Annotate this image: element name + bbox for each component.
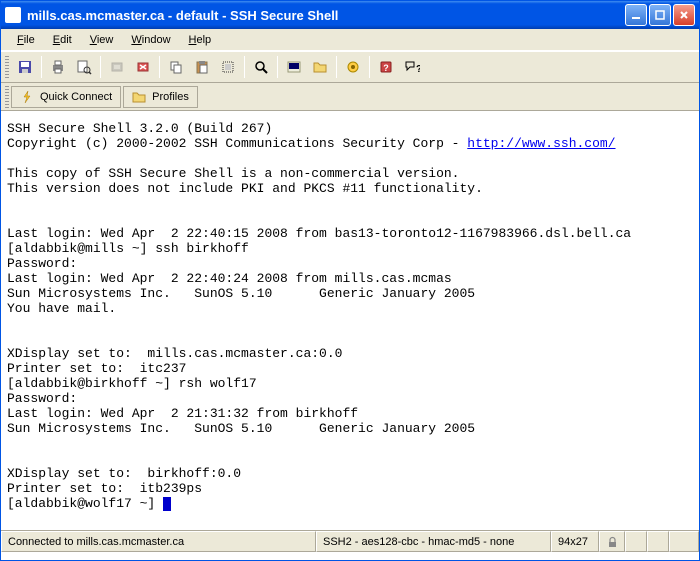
lightning-icon xyxy=(20,90,34,104)
term-line: Printer set to: itc237 xyxy=(7,361,186,376)
quick-connect-label: Quick Connect xyxy=(40,91,112,103)
profiles-label: Profiles xyxy=(152,91,189,103)
menu-view[interactable]: View xyxy=(82,32,122,48)
term-line: This copy of SSH Secure Shell is a non-c… xyxy=(7,166,459,181)
term-line: Last login: Wed Apr 2 22:40:24 2008 from… xyxy=(7,271,452,286)
print-icon[interactable] xyxy=(46,55,70,79)
minimize-button[interactable] xyxy=(625,4,647,26)
svg-text:?: ? xyxy=(416,64,420,75)
term-line: XDisplay set to: birkhoff:0.0 xyxy=(7,466,241,481)
status-pad1 xyxy=(625,531,647,552)
profiles-button[interactable]: Profiles xyxy=(123,86,198,108)
disconnect-icon[interactable] xyxy=(131,55,155,79)
statusbar: Connected to mills.cas.mcmaster.ca SSH2 … xyxy=(1,530,699,552)
connect-icon[interactable] xyxy=(105,55,129,79)
maximize-button[interactable] xyxy=(649,4,671,26)
new-terminal-icon[interactable] xyxy=(282,55,306,79)
term-line: XDisplay set to: mills.cas.mcmaster.ca:0… xyxy=(7,346,342,361)
window-title: mills.cas.mcmaster.ca - default - SSH Se… xyxy=(27,8,625,23)
print-preview-icon[interactable] xyxy=(72,55,96,79)
menu-file[interactable]: File xyxy=(9,32,43,48)
status-pad2 xyxy=(647,531,669,552)
quick-connect-button[interactable]: Quick Connect xyxy=(11,86,121,108)
save-icon[interactable] xyxy=(13,55,37,79)
term-line: Printer set to: itb239ps xyxy=(7,481,202,496)
titlebar: mills.cas.mcmaster.ca - default - SSH Se… xyxy=(1,1,699,29)
menu-window[interactable]: Window xyxy=(123,32,178,48)
term-line: Copyright (c) 2000-2002 SSH Communicatio… xyxy=(7,136,467,151)
terminal-area[interactable]: SSH Secure Shell 3.2.0 (Build 267) Copyr… xyxy=(1,111,699,530)
toolbar: ? ? xyxy=(1,51,699,83)
term-line: Sun Microsystems Inc. SunOS 5.10 Generic… xyxy=(7,286,475,301)
term-line: Last login: Wed Apr 2 22:40:15 2008 from… xyxy=(7,226,631,241)
term-line: [aldabbik@mills ~] ssh birkhoff xyxy=(7,241,249,256)
toolbar-grip xyxy=(5,56,9,78)
menu-help[interactable]: Help xyxy=(181,32,220,48)
term-line: Password: xyxy=(7,256,77,271)
term-line: You have mail. xyxy=(7,301,116,316)
menubar: File Edit View Window Help xyxy=(1,29,699,51)
svg-text:?: ? xyxy=(383,63,389,73)
settings-icon[interactable] xyxy=(341,55,365,79)
menu-edit[interactable]: Edit xyxy=(45,32,80,48)
term-line: Last login: Wed Apr 2 21:31:32 from birk… xyxy=(7,406,358,421)
help-book-icon[interactable]: ? xyxy=(374,55,398,79)
ssh-link[interactable]: http://www.ssh.com/ xyxy=(467,136,615,151)
cursor-block xyxy=(163,497,171,511)
select-all-icon[interactable] xyxy=(216,55,240,79)
status-size: 94x27 xyxy=(551,531,599,552)
folder-icon xyxy=(132,90,146,104)
term-line: Sun Microsystems Inc. SunOS 5.10 Generic… xyxy=(7,421,475,436)
paste-icon[interactable] xyxy=(190,55,214,79)
connect-bar: Quick Connect Profiles xyxy=(1,83,699,111)
app-icon xyxy=(5,7,21,23)
term-line: SSH Secure Shell 3.2.0 (Build 267) xyxy=(7,121,272,136)
status-lock-icon xyxy=(599,531,625,552)
find-icon[interactable] xyxy=(249,55,273,79)
term-line: [aldabbik@birkhoff ~] rsh wolf17 xyxy=(7,376,257,391)
new-file-transfer-icon[interactable] xyxy=(308,55,332,79)
term-line: This version does not include PKI and PK… xyxy=(7,181,483,196)
status-grip xyxy=(669,531,699,552)
whats-this-icon[interactable]: ? xyxy=(400,55,424,79)
connect-grip xyxy=(5,86,9,108)
term-line: Password: xyxy=(7,391,77,406)
term-prompt: [aldabbik@wolf17 ~] xyxy=(7,496,163,511)
status-connection: Connected to mills.cas.mcmaster.ca xyxy=(1,531,316,552)
status-cipher: SSH2 - aes128-cbc - hmac-md5 - none xyxy=(316,531,551,552)
copy-icon[interactable] xyxy=(164,55,188,79)
close-button[interactable] xyxy=(673,4,695,26)
